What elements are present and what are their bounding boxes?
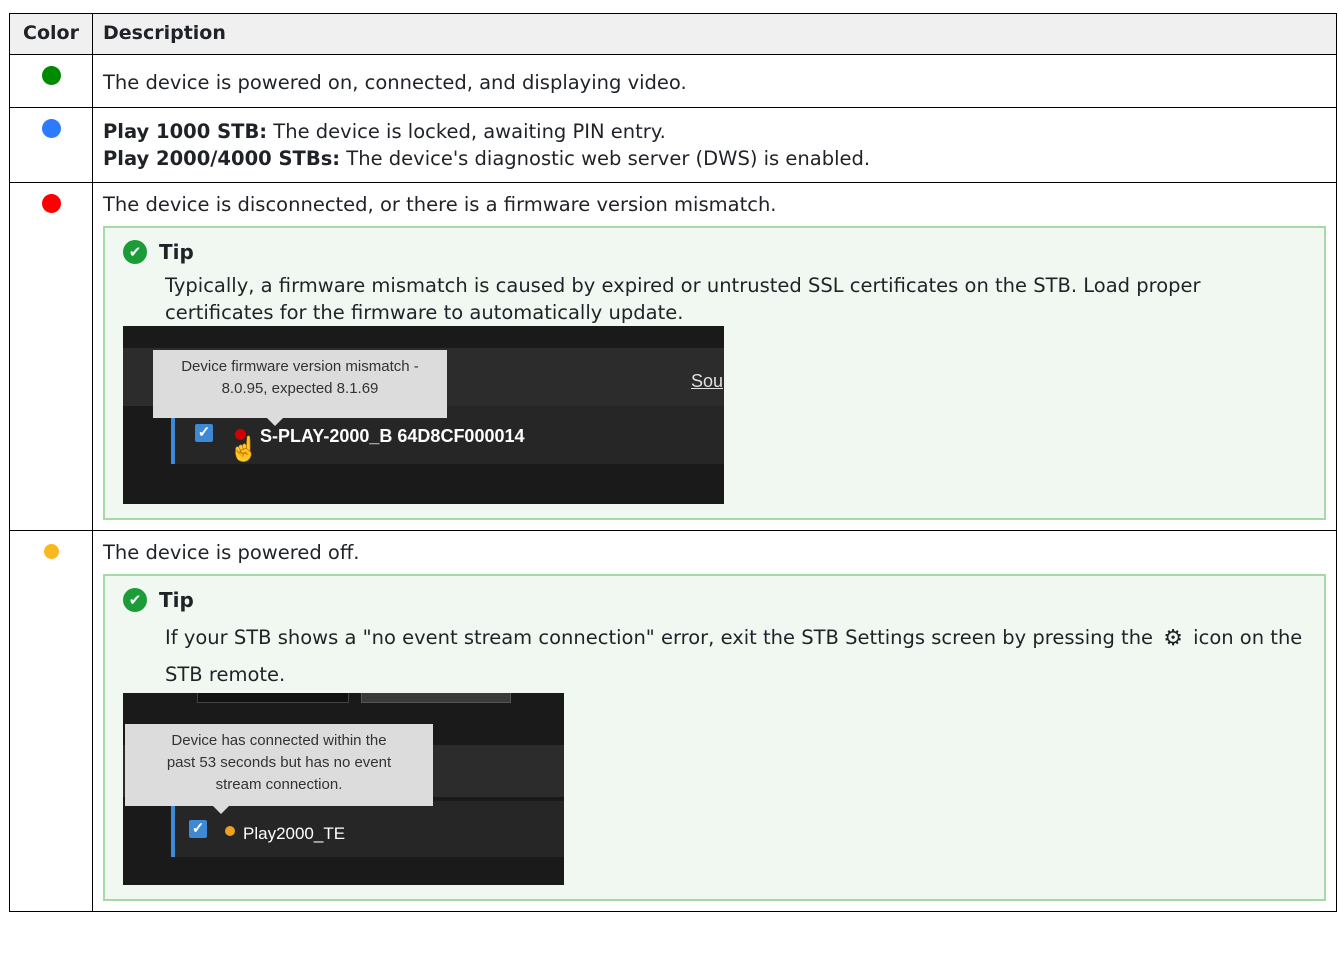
tooltip-line: 8.0.95, expected 8.1.69 [221, 380, 379, 397]
description-column-header: Description [92, 13, 1337, 55]
tooltip-line: Device firmware version mismatch - [181, 358, 419, 375]
yellow-status-dot [225, 826, 235, 836]
row-description: The device is powered on, connected, and… [103, 71, 687, 94]
hand-cursor-icon: ☝ [229, 436, 259, 463]
color-cell [9, 530, 93, 912]
tip-title: Tip [159, 587, 194, 612]
table-row: The device is disconnected, or there is … [9, 182, 1337, 531]
play1000-line: Play 1000 STB: The device is locked, awa… [103, 118, 1326, 145]
tip-title: Tip [159, 239, 194, 264]
device-checkbox: ✓ [195, 424, 213, 442]
play2000-line: Play 2000/4000 STBs: The device's diagno… [103, 145, 1326, 172]
device-tooltip: Device firmware version mismatch - 8.0.9… [153, 350, 447, 426]
green-status-dot [41, 66, 61, 85]
sources-link-fragment: Sou [691, 371, 724, 391]
tooltip-line: stream connection. [215, 776, 343, 793]
play2000-label: Play 2000/4000 STBs: [103, 147, 341, 170]
gear-icon: ⚙ [1163, 626, 1183, 651]
check-circle-icon: ✔ [123, 240, 147, 264]
row-description: The device is disconnected, or there is … [103, 193, 777, 216]
tip-header: ✔ Tip [123, 586, 1310, 614]
play1000-text: The device is locked, awaiting PIN entry… [267, 120, 666, 143]
description-cell: The device is powered off. ✔ Tip If your… [92, 530, 1337, 912]
tip-body: Typically, a firmware mismatch is caused… [165, 274, 1201, 324]
tip-body-text: If your STB shows a "no event stream con… [165, 626, 1160, 649]
tip-box: ✔ Tip Typically, a firmware mismatch is … [103, 226, 1326, 520]
red-status-dot [41, 194, 61, 213]
description-cell: The device is powered on, connected, and… [92, 54, 1337, 108]
blue-status-dot [41, 119, 61, 138]
yellow-status-dot [43, 544, 59, 559]
status-color-table: Color Description The device is powered … [9, 13, 1337, 912]
tooltip-line: Device has connected within the [171, 732, 387, 749]
screenshot-control [197, 693, 349, 703]
tip-body: If your STB shows a "no event stream con… [165, 620, 1310, 693]
device-tooltip: Device has connected within the past 53 … [125, 724, 433, 814]
event-stream-screenshot: Device has connected within the past 53 … [123, 693, 564, 885]
table-row: The device is powered off. ✔ Tip If your… [9, 530, 1337, 912]
screenshot-control [361, 693, 511, 703]
table-header-row: Color Description [9, 13, 1337, 55]
device-name: S-PLAY-2000_B 64D8CF000014 [260, 426, 525, 446]
tooltip-line: past 53 seconds but has no event [166, 754, 392, 771]
color-cell [9, 182, 93, 531]
firmware-mismatch-screenshot: Sou Device firmware version mismatch - 8… [123, 326, 724, 504]
description-cell: Play 1000 STB: The device is locked, awa… [92, 107, 1337, 183]
check-circle-icon: ✔ [123, 588, 147, 612]
tip-box: ✔ Tip If your STB shows a "no event stre… [103, 574, 1326, 901]
device-name: Play2000_TE [243, 824, 346, 843]
color-cell [9, 107, 93, 183]
table-row: Play 1000 STB: The device is locked, awa… [9, 107, 1337, 183]
tip-header: ✔ Tip [123, 238, 1310, 266]
description-cell: The device is disconnected, or there is … [92, 182, 1337, 531]
play2000-text: The device's diagnostic web server (DWS)… [340, 147, 871, 170]
color-cell [9, 54, 93, 108]
device-checkbox: ✓ [189, 820, 207, 838]
play1000-label: Play 1000 STB: [103, 120, 268, 143]
color-column-header: Color [9, 13, 93, 55]
table-row: The device is powered on, connected, and… [9, 54, 1337, 108]
row-description: The device is powered off. [103, 541, 360, 564]
